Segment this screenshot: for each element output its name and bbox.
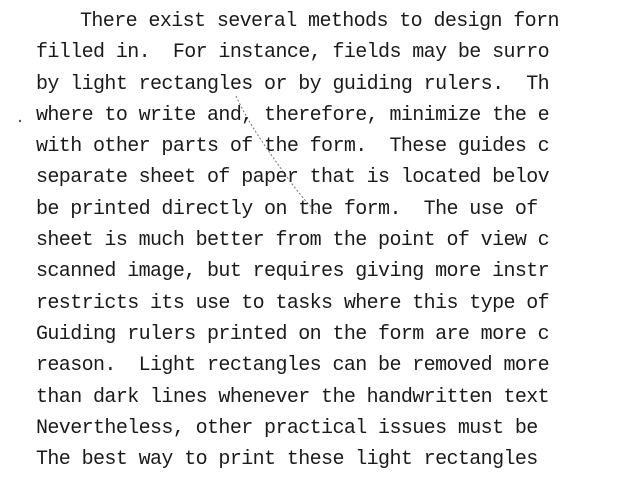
text-line: by light rectangles or by guiding rulers… xyxy=(36,72,550,96)
text-line: separate sheet of paper that is located … xyxy=(36,166,550,190)
text-line: Nevertheless, other practical issues mus… xyxy=(36,416,538,440)
text-line: be printed directly on the form. The use… xyxy=(36,197,538,221)
text-line: sheet is much better from the point of v… xyxy=(36,229,550,253)
text-line: filled in. For instance, fields may be s… xyxy=(36,41,550,65)
text-line: restricts its use to tasks where this ty… xyxy=(36,291,550,315)
text-line: Guiding rulers printed on the form are m… xyxy=(36,322,550,346)
text-line: scanned image, but requires giving more … xyxy=(36,260,550,284)
text-line: The best way to print these light rectan… xyxy=(36,448,538,472)
text-line: than dark lines whenever the handwritten… xyxy=(36,385,550,409)
paragraph: There exist several methods to design fo… xyxy=(36,6,625,475)
text-line: with other parts of the form. These guid… xyxy=(36,135,550,159)
text-line: There exist several methods to design fo… xyxy=(80,10,559,33)
text-line: where to write and, therefore, minimize … xyxy=(36,103,550,127)
scanned-document-page: There exist several methods to design fo… xyxy=(0,0,625,485)
text-line: reason. Light rectangles can be removed … xyxy=(36,354,550,378)
